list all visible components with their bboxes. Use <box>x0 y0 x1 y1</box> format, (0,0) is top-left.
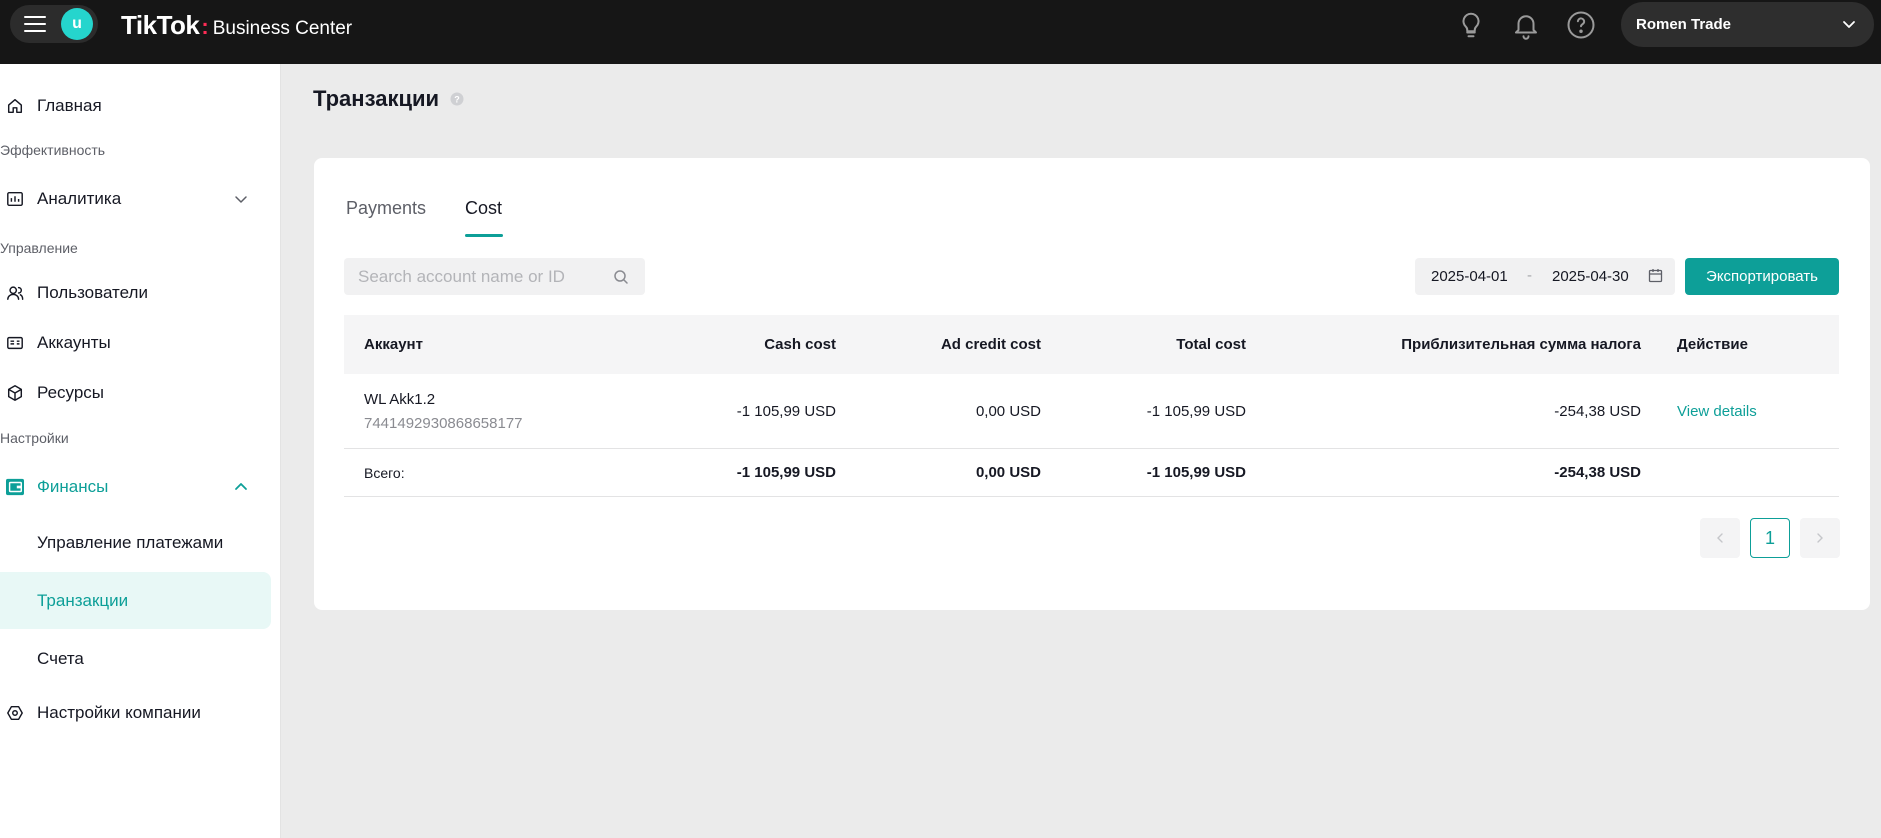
column-header-account: Аккаунт <box>364 336 423 353</box>
account-name: WL Akk1.2 <box>364 391 436 408</box>
search-input[interactable] <box>344 258 604 295</box>
sidebar-item-payment-management[interactable]: Управление платежами <box>37 533 223 553</box>
brand-dot: : <box>201 14 209 39</box>
transactions-card: Payments Cost 2025-04-01 - 2025-04-30 Эк… <box>314 158 1870 610</box>
total-ad-credit-cost: 0,00 USD <box>975 464 1041 481</box>
hamburger-icon[interactable] <box>24 16 46 32</box>
calendar-icon[interactable] <box>1648 268 1663 283</box>
top-bar: u TikTok : Business Center Romen Trade <box>0 0 1881 64</box>
avatar[interactable]: u <box>61 8 93 40</box>
user-icon <box>7 286 24 301</box>
total-tax: -254,38 USD <box>1554 464 1641 481</box>
brand-tiktok: TikTok <box>121 10 200 40</box>
sidebar-item-label: Пользователи <box>37 283 148 302</box>
sidebar-item-users[interactable]: Пользователи <box>0 278 148 308</box>
id-card-icon <box>7 336 23 350</box>
chevron-right-icon <box>1817 533 1823 543</box>
menu-pill[interactable]: u <box>10 5 98 43</box>
date-range-picker[interactable]: 2025-04-01 - 2025-04-30 <box>1415 258 1675 295</box>
settings-icon <box>7 705 23 721</box>
svg-text:?: ? <box>454 95 460 105</box>
table-header: Аккаунт Cash cost Ad credit cost Total c… <box>344 315 1839 374</box>
column-header-action: Действие <box>1677 336 1748 353</box>
home-icon <box>7 98 23 114</box>
sidebar-item-home[interactable]: Главная <box>0 91 102 121</box>
sidebar-item-label: Финансы <box>37 477 109 496</box>
company-select[interactable]: Romen Trade <box>1621 2 1874 47</box>
page-title: Транзакции ? <box>313 86 464 112</box>
lightbulb-icon[interactable] <box>1456 10 1486 40</box>
help-icon[interactable]: ? <box>450 92 464 106</box>
wallet-icon <box>6 478 24 496</box>
sidebar-item-accounts[interactable]: Аккаунты <box>0 328 111 358</box>
chevron-down-icon[interactable] <box>234 192 248 206</box>
column-header-cash-cost: Cash cost <box>764 336 836 353</box>
sidebar-item-label: Настройки компании <box>37 703 201 722</box>
sidebar-item-resources[interactable]: Ресурсы <box>0 378 104 408</box>
search-icon[interactable] <box>613 269 629 285</box>
sidebar-item-analytics[interactable]: Аналитика <box>0 184 121 214</box>
company-name: Romen Trade <box>1636 16 1732 33</box>
page-title-text: Транзакции <box>313 86 440 111</box>
date-separator: - <box>1527 267 1532 284</box>
total-cash-cost: -1 105,99 USD <box>736 464 836 481</box>
bell-icon[interactable] <box>1511 10 1541 40</box>
search-box[interactable] <box>344 258 645 295</box>
sidebar-item-label: Аккаунты <box>37 333 111 352</box>
section-label-settings: Настройки <box>0 430 69 446</box>
chart-icon <box>7 191 23 207</box>
pagination-next[interactable] <box>1800 518 1840 558</box>
table-row: WL Akk1.2 7441492930868658177 -1 105,99 … <box>344 374 1839 449</box>
active-tab-indicator <box>465 234 503 237</box>
brand-logo[interactable]: TikTok : Business Center <box>121 10 352 40</box>
section-label-efficiency: Эффективность <box>0 142 106 158</box>
sidebar-item-label: Ресурсы <box>37 383 105 402</box>
section-label-management: Управление <box>0 240 78 256</box>
brand-business-center: Business Center <box>212 18 353 39</box>
cell-tax: -254,38 USD <box>1554 403 1641 420</box>
account-id: 7441492930868658177 <box>364 415 523 432</box>
total-total-cost: -1 105,99 USD <box>1146 464 1246 481</box>
cell-cash-cost: -1 105,99 USD <box>736 403 836 420</box>
tab-cost[interactable]: Cost <box>465 198 502 219</box>
pagination-prev[interactable] <box>1700 518 1740 558</box>
sidebar-item-finance[interactable]: Финансы <box>0 472 108 502</box>
view-details-link[interactable]: View details <box>1677 403 1757 420</box>
help-circle-icon[interactable] <box>1566 10 1596 40</box>
cube-icon <box>7 385 23 401</box>
sidebar-item-invoices[interactable]: Счета <box>37 649 84 669</box>
cell-total-cost: -1 105,99 USD <box>1146 403 1246 420</box>
column-header-tax: Приблизительная сумма налога <box>1401 336 1641 353</box>
chevron-left-icon <box>1717 533 1723 543</box>
chevron-up-icon[interactable] <box>234 480 248 494</box>
cell-ad-credit-cost: 0,00 USD <box>975 403 1041 420</box>
column-header-ad-credit-cost: Ad credit cost <box>940 336 1041 353</box>
chevron-down-icon <box>1843 21 1855 28</box>
sidebar-item-company-settings[interactable]: Настройки компании <box>0 698 201 728</box>
export-button[interactable]: Экспортировать <box>1685 258 1839 295</box>
totals-label: Всего: <box>364 465 405 481</box>
pagination-page[interactable]: 1 <box>1750 518 1790 558</box>
column-header-total-cost: Total cost <box>1176 336 1246 353</box>
table-totals-row: Всего: -1 105,99 USD 0,00 USD -1 105,99 … <box>344 449 1839 497</box>
tab-payments[interactable]: Payments <box>346 198 426 219</box>
sidebar-item-transactions-label[interactable]: Транзакции <box>37 591 128 611</box>
sidebar: Главная Эффективность Аналитика Управлен… <box>0 64 281 838</box>
sidebar-item-label: Главная <box>37 96 102 115</box>
date-from[interactable]: 2025-04-01 <box>1431 268 1508 285</box>
sidebar-item-label: Аналитика <box>37 189 122 208</box>
date-to[interactable]: 2025-04-30 <box>1552 268 1636 285</box>
